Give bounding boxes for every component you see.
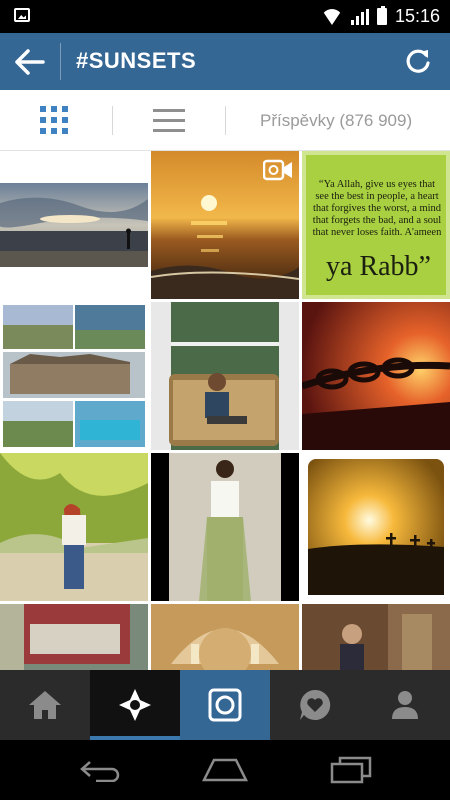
system-nav-bar <box>0 740 450 800</box>
photo-quote[interactable]: “Ya Allah, give us eyes that see the bes… <box>302 151 450 299</box>
photo-hotel-collage[interactable] <box>0 302 148 450</box>
profile-icon <box>392 691 418 719</box>
photo-sea-sunset-video[interactable] <box>151 151 299 299</box>
status-time: 15:16 <box>394 6 440 26</box>
nav-recents-icon[interactable] <box>330 756 372 784</box>
wifi-icon <box>321 9 343 25</box>
photo-building-street[interactable] <box>0 604 148 670</box>
back-button[interactable] <box>14 47 46 77</box>
grid-view-icon[interactable] <box>40 106 70 136</box>
bottom-tab-bar <box>0 670 450 740</box>
tab-camera[interactable] <box>180 670 270 740</box>
photo-man-on-couch[interactable] <box>151 302 299 450</box>
explore-icon <box>119 689 151 721</box>
photo-graveyard-sunset[interactable] <box>302 453 450 601</box>
refresh-button[interactable] <box>404 47 432 75</box>
list-view-icon[interactable] <box>153 109 185 133</box>
nav-back-icon[interactable] <box>78 760 124 782</box>
tab-home[interactable] <box>0 670 90 740</box>
signal-icon <box>350 8 369 25</box>
tab-explore[interactable] <box>90 670 180 740</box>
quote-signature: ya Rabb” <box>326 251 431 282</box>
tab-activity[interactable] <box>270 670 360 740</box>
photo-beach-sunset-person[interactable] <box>0 151 148 299</box>
switcher-divider <box>112 106 113 135</box>
arrow-left-icon <box>15 49 45 75</box>
status-bar: 15:16 <box>0 0 450 33</box>
header-divider <box>60 43 61 80</box>
image-notification-icon <box>14 8 30 22</box>
page-title: #SUNSETS <box>76 48 197 73</box>
app-screen: 15:16 #SUNSETS Příspěvky (876 909) “Ya A… <box>0 0 450 800</box>
photo-grid: “Ya Allah, give us eyes that see the bes… <box>0 151 450 670</box>
photo-girl-doorway[interactable] <box>302 604 450 670</box>
photo-chain-sunset[interactable] <box>302 302 450 450</box>
app-header: #SUNSETS <box>0 33 450 90</box>
posts-count: Příspěvky (876 909) <box>260 111 413 130</box>
tab-profile[interactable] <box>360 670 450 740</box>
activity-heart-icon <box>300 689 331 720</box>
home-icon <box>29 691 61 719</box>
photo-girl-tree[interactable] <box>0 453 148 601</box>
photo-church-dome[interactable] <box>151 604 299 670</box>
view-switcher: Příspěvky (876 909) <box>0 90 450 151</box>
camera-icon <box>208 688 242 722</box>
switcher-divider <box>225 106 226 135</box>
quote-text: “Ya Allah, give us eyes that see the bes… <box>312 179 442 238</box>
nav-home-icon[interactable] <box>200 758 250 782</box>
refresh-icon <box>406 49 430 73</box>
battery-icon <box>376 6 387 25</box>
photo-girl-white-top[interactable] <box>151 453 299 601</box>
video-camera-icon <box>263 159 292 181</box>
